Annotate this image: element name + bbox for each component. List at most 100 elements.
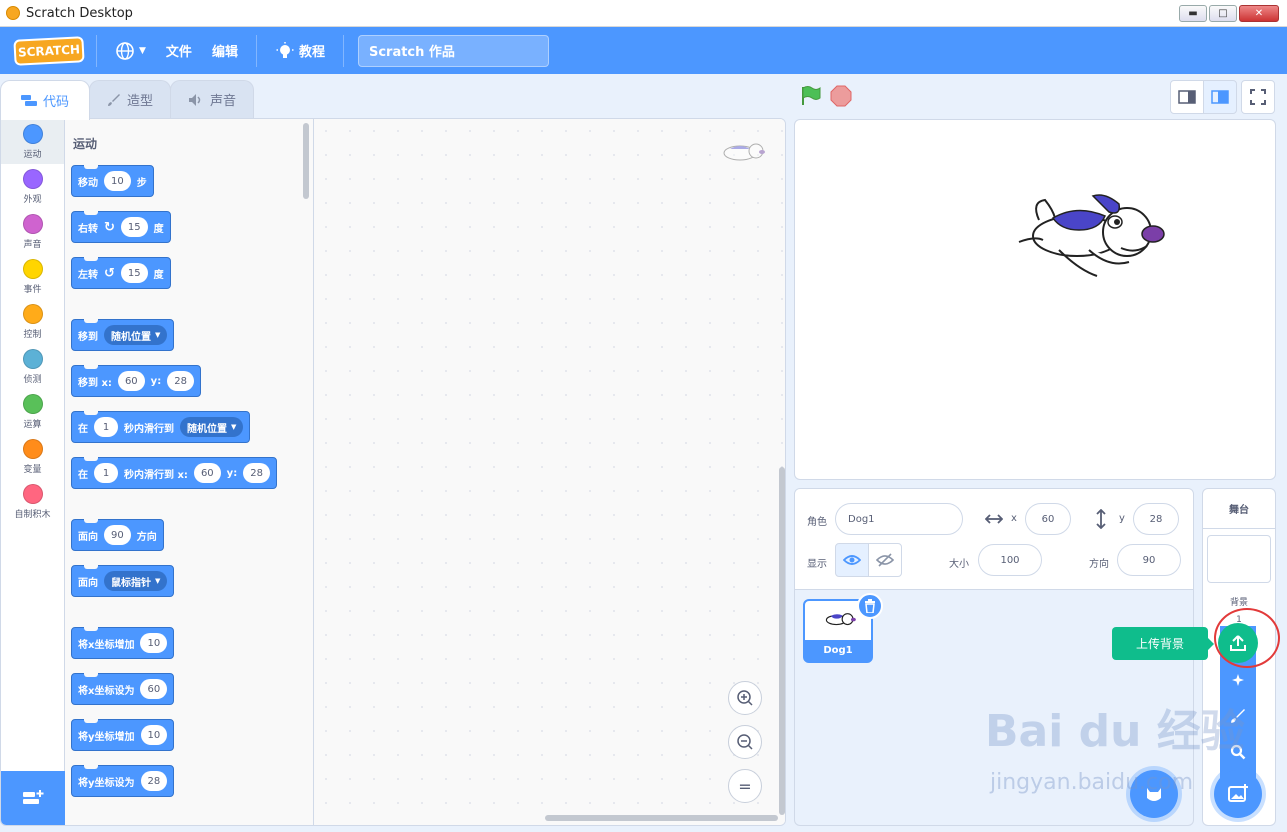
block-input[interactable]: 28: [140, 771, 168, 791]
block-text: 左转: [78, 269, 98, 281]
scratch-logo[interactable]: SCRATCH: [13, 35, 85, 66]
block-set-y[interactable]: 将y坐标设为 28: [71, 765, 175, 797]
block-turn-left[interactable]: 左转 ↺ 15 度: [71, 257, 171, 289]
show-sprite-button[interactable]: [835, 543, 869, 577]
dog-sprite[interactable]: [1009, 190, 1169, 282]
minimize-button[interactable]: ▬: [1179, 5, 1207, 22]
maximize-button[interactable]: □: [1209, 5, 1237, 22]
block-input[interactable]: 10: [104, 171, 131, 191]
tutorials-menu[interactable]: 教程: [265, 41, 335, 61]
hide-sprite-button[interactable]: [868, 543, 902, 577]
large-stage-button[interactable]: [1203, 80, 1237, 114]
file-menu[interactable]: 文件: [156, 41, 202, 60]
close-button[interactable]: ✕: [1239, 5, 1279, 22]
block-text: 面向: [78, 531, 98, 543]
palette-scrollbar[interactable]: [303, 123, 309, 199]
block-set-x[interactable]: 将x坐标设为 60: [71, 673, 175, 705]
block-input[interactable]: 10: [140, 725, 168, 745]
add-extension-button[interactable]: [1, 771, 65, 825]
y-input[interactable]: 28: [1133, 503, 1179, 535]
sprite-name-input[interactable]: Dog1: [835, 503, 963, 535]
delete-sprite-button[interactable]: [857, 593, 883, 619]
block-text: 步: [136, 177, 147, 189]
category-sensing[interactable]: 侦测: [1, 344, 64, 389]
block-input[interactable]: 28: [167, 371, 194, 391]
highlight-circle: [1214, 608, 1280, 668]
block-glide-xy[interactable]: 在 1 秒内滑行到 x: 60 y: 28: [71, 457, 277, 489]
category-sound[interactable]: 声音: [1, 209, 64, 254]
stop-icon[interactable]: [830, 85, 852, 107]
tab-costumes[interactable]: 造型: [89, 80, 171, 118]
script-workspace[interactable]: =: [314, 119, 785, 825]
fullscreen-button[interactable]: [1241, 80, 1275, 114]
block-dropdown[interactable]: 鼠标指针 ▼: [104, 571, 168, 591]
block-text: 移到: [78, 331, 98, 343]
block-text: 度: [153, 223, 164, 235]
zoom-out-button[interactable]: [728, 725, 762, 759]
language-menu[interactable]: ▼: [105, 41, 156, 61]
block-goto-xy[interactable]: 移到 x: 60 y: 28: [71, 365, 201, 397]
category-my-blocks[interactable]: 自制积木: [1, 479, 64, 524]
block-input[interactable]: 10: [140, 633, 168, 653]
block-point-towards[interactable]: 面向 鼠标指针 ▼: [71, 565, 175, 597]
block-move-steps[interactable]: 移动 10 步: [71, 165, 154, 197]
small-stage-button[interactable]: [1170, 80, 1204, 114]
block-goto[interactable]: 移到 随机位置 ▼: [71, 319, 175, 351]
backdrop-thumbnail[interactable]: [1207, 535, 1271, 583]
edit-menu[interactable]: 编辑: [202, 41, 248, 60]
zoom-in-button[interactable]: [728, 681, 762, 715]
category-operators[interactable]: 运算: [1, 389, 64, 434]
editor-tabs: 代码 造型 声音: [0, 80, 254, 120]
x-input[interactable]: 60: [1025, 503, 1071, 535]
direction-input[interactable]: 90: [1117, 544, 1181, 576]
category-control[interactable]: 控制: [1, 299, 64, 344]
category-looks[interactable]: 外观: [1, 164, 64, 209]
add-extension-icon: [23, 790, 44, 804]
block-input[interactable]: 28: [243, 463, 270, 483]
green-flag-icon[interactable]: [798, 84, 822, 108]
tab-code[interactable]: 代码: [0, 80, 90, 120]
tutorials-label: 教程: [298, 45, 325, 60]
category-events[interactable]: 事件: [1, 254, 64, 299]
block-glide[interactable]: 在 1 秒内滑行到 随机位置 ▼: [71, 411, 251, 443]
backdrop-menu-button[interactable]: [1214, 770, 1262, 818]
block-text: 秒内滑行到: [124, 423, 174, 435]
project-title-input[interactable]: Scratch 作品: [357, 34, 549, 67]
zoom-reset-button[interactable]: =: [728, 769, 762, 803]
block-input[interactable]: 1: [94, 463, 118, 483]
block-input[interactable]: 15: [120, 263, 148, 283]
block-turn-right[interactable]: 右转 ↻ 15 度: [71, 211, 171, 243]
size-input[interactable]: 100: [978, 544, 1042, 576]
block-palette: 运动 移动 10 步 右转 ↻ 15 度 左转 ↺ 15 度 移到 随机位置 ▼ …: [65, 119, 314, 825]
stage-canvas[interactable]: [794, 119, 1276, 480]
operators-dot-icon: [22, 393, 43, 414]
block-input[interactable]: 60: [193, 463, 221, 483]
block-dropdown[interactable]: 随机位置 ▼: [104, 325, 168, 345]
category-motion[interactable]: 运动: [1, 119, 64, 164]
sprite-thumbnail[interactable]: Dog1: [803, 593, 883, 663]
caret-down-icon: ▼: [155, 331, 161, 339]
code-blocks-icon: [20, 94, 37, 106]
block-input[interactable]: 60: [117, 371, 145, 391]
block-change-y[interactable]: 将y坐标增加 10: [71, 719, 175, 751]
trash-icon: [865, 599, 875, 613]
block-text: 面向: [78, 577, 98, 589]
backdrops-label: 背景: [1229, 598, 1248, 608]
caret-down-icon: ▼: [155, 577, 161, 585]
block-input[interactable]: 90: [104, 525, 131, 545]
block-point-direction[interactable]: 面向 90 方向: [71, 519, 164, 551]
block-input[interactable]: 60: [140, 679, 168, 699]
dropdown-value: 随机位置: [111, 331, 151, 343]
block-change-x[interactable]: 将x坐标增加 10: [71, 627, 175, 659]
block-dropdown[interactable]: 随机位置 ▼: [180, 417, 244, 437]
block-input[interactable]: 15: [120, 217, 148, 237]
block-input[interactable]: 1: [94, 417, 118, 437]
tab-costumes-label: 造型: [126, 94, 153, 109]
workspace-vertical-scrollbar[interactable]: [779, 467, 785, 815]
surprise-backdrop-button[interactable]: [1226, 668, 1250, 692]
block-text: 将x坐标增加: [78, 639, 135, 651]
stage-header: [794, 80, 1276, 114]
workspace-horizontal-scrollbar[interactable]: [545, 815, 778, 821]
category-variables[interactable]: 变量: [1, 434, 64, 479]
tab-sounds[interactable]: 声音: [170, 80, 254, 118]
